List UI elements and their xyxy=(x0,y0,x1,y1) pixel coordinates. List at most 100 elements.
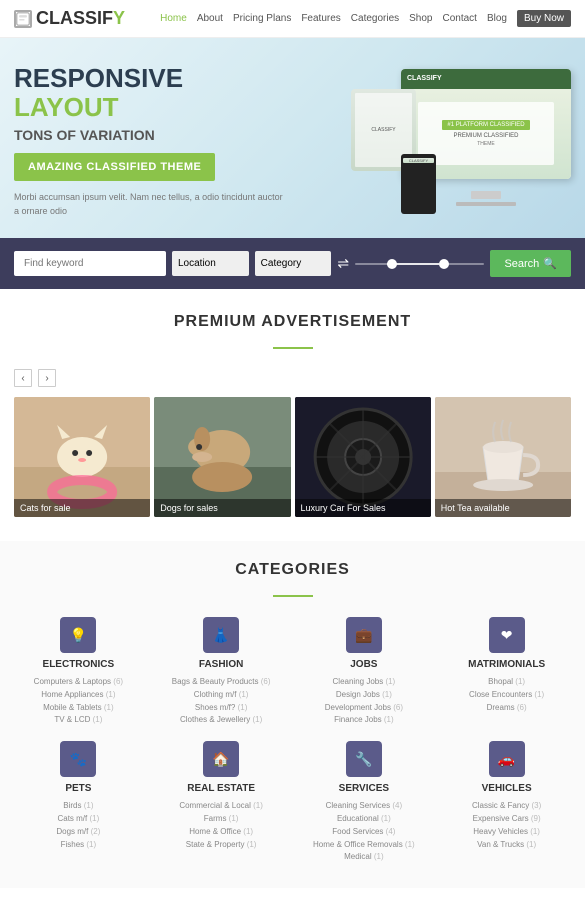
hero-description: Morbi accumsan ipsum velit. Nam nec tell… xyxy=(14,191,288,218)
category-select[interactable]: Category xyxy=(255,251,332,276)
cat-subitem[interactable]: TV & LCD (1) xyxy=(14,714,143,727)
nav-blog[interactable]: Blog xyxy=(487,13,507,24)
cat-name: ELECTRONICS xyxy=(14,659,143,670)
category-item-services[interactable]: 🔧 SERVICES Cleaning Services (4)Educatio… xyxy=(300,741,429,864)
category-item-electronics[interactable]: 💡 ELECTRONICS Computers & Laptops (6)Hom… xyxy=(14,617,143,727)
hero-cta-button[interactable]: AMAZING CLASSIFIED THEME xyxy=(14,153,215,181)
cat-subitem[interactable]: Cleaning Services (4) xyxy=(300,800,429,813)
hero-title-layout: LAYOUT xyxy=(14,92,119,122)
keyword-input[interactable] xyxy=(14,251,166,276)
carousel-prev-button[interactable]: ‹ xyxy=(14,369,32,387)
range-fill xyxy=(387,263,439,265)
cat-subitem[interactable]: Home & Office Removals (1) xyxy=(300,839,429,852)
logo-text: CLASSIFY xyxy=(36,8,125,29)
main-nav: Home About Pricing Plans Features Catego… xyxy=(160,10,571,27)
cat-subitem[interactable]: Finance Jobs (1) xyxy=(300,714,429,727)
cat-name: FASHION xyxy=(157,659,286,670)
range-thumb-right[interactable] xyxy=(439,259,449,269)
cat-subitem[interactable]: Mobile & Tablets (1) xyxy=(14,702,143,715)
ad-label-tea: Hot Tea available xyxy=(435,499,571,517)
ad-label-car: Luxury Car For Sales xyxy=(295,499,431,517)
logo-icon xyxy=(14,10,32,28)
premium-section-title: PREMIUM ADVERTISEMENT xyxy=(14,313,571,331)
cat-subitem[interactable]: Computers & Laptops (6) xyxy=(14,676,143,689)
cat-icon-box: 🐾 xyxy=(60,741,96,777)
search-button[interactable]: Search 🔍 xyxy=(490,250,571,277)
monitor-stand xyxy=(471,191,501,199)
cat-subitem[interactable]: Bhopal (1) xyxy=(442,676,571,689)
cat-subitem[interactable]: Dogs m/f (2) xyxy=(14,826,143,839)
cat-subitem[interactable]: Clothes & Jewellery (1) xyxy=(157,714,286,727)
nav-shop[interactable]: Shop xyxy=(409,13,432,24)
ad-card-car[interactable]: Luxury Car For Sales xyxy=(295,397,431,517)
cat-icon-box: 🚗 xyxy=(489,741,525,777)
hero-image: CLASSIFY #1 PLATFORM CLASSIFIED PREMIUM … xyxy=(298,69,572,214)
nav-categories[interactable]: Categories xyxy=(351,13,399,24)
cat-subitem[interactable]: Close Encounters (1) xyxy=(442,689,571,702)
cat-name: REAL ESTATE xyxy=(157,783,286,794)
phone-mockup: CLASSIFY xyxy=(401,154,436,214)
cat-subitem[interactable]: Birds (1) xyxy=(14,800,143,813)
ad-label-dogs: Dogs for sales xyxy=(154,499,290,517)
location-select[interactable]: Location xyxy=(172,251,249,276)
search-magnifier-icon: 🔍 xyxy=(543,257,557,270)
nav-features[interactable]: Features xyxy=(301,13,340,24)
nav-about[interactable]: About xyxy=(197,13,223,24)
ad-label-cats: Cats for sale xyxy=(14,499,150,517)
hero-content: RESPONSIVE LAYOUT TONS OF VARIATION AMAZ… xyxy=(14,64,298,219)
category-item-fashion[interactable]: 👗 FASHION Bags & Beauty Products (6)Clot… xyxy=(157,617,286,727)
cat-subitem[interactable]: Cleaning Jobs (1) xyxy=(300,676,429,689)
cat-subitem[interactable]: Dreams (6) xyxy=(442,702,571,715)
search-bar: Location Category ⇌ Search 🔍 xyxy=(0,238,585,289)
cat-icon-box: ❤ xyxy=(489,617,525,653)
cat-name: SERVICES xyxy=(300,783,429,794)
premium-advertisement-section: PREMIUM ADVERTISEMENT ‹ › Cats for sale xyxy=(0,289,585,541)
section-divider xyxy=(273,347,313,349)
hero-section: RESPONSIVE LAYOUT TONS OF VARIATION AMAZ… xyxy=(0,38,585,238)
filter-icon: ⇌ xyxy=(337,255,349,272)
cat-icon: ❤ xyxy=(501,627,513,644)
cat-subitem[interactable]: Commercial & Local (1) xyxy=(157,800,286,813)
cat-name: PETS xyxy=(14,783,143,794)
nav-contact[interactable]: Contact xyxy=(443,13,477,24)
cat-subitem[interactable]: Food Services (4) xyxy=(300,826,429,839)
nav-home[interactable]: Home xyxy=(160,13,187,24)
cat-subitem[interactable]: Fishes (1) xyxy=(14,839,143,852)
category-item-jobs[interactable]: 💼 JOBS Cleaning Jobs (1)Design Jobs (1)D… xyxy=(300,617,429,727)
header: CLASSIFY Home About Pricing Plans Featur… xyxy=(0,0,585,38)
category-item-real estate[interactable]: 🏠 REAL ESTATE Commercial & Local (1)Farm… xyxy=(157,741,286,864)
cat-subitem[interactable]: Shoes m/f? (1) xyxy=(157,702,286,715)
ad-card-dogs[interactable]: Dogs for sales xyxy=(154,397,290,517)
cat-subitem[interactable]: Farms (1) xyxy=(157,813,286,826)
cat-subitem[interactable]: Educational (1) xyxy=(300,813,429,826)
cat-subitem[interactable]: Medical (1) xyxy=(300,851,429,864)
carousel-next-button[interactable]: › xyxy=(38,369,56,387)
monitor-base xyxy=(456,202,516,206)
nav-pricing[interactable]: Pricing Plans xyxy=(233,13,291,24)
cat-subitem[interactable]: State & Property (1) xyxy=(157,839,286,852)
cat-icon-box: 💡 xyxy=(60,617,96,653)
ad-card-tea[interactable]: Hot Tea available xyxy=(435,397,571,517)
hero-subtitle: TONS OF VARIATION xyxy=(14,127,288,143)
cat-subitem[interactable]: Classic & Fancy (3) xyxy=(442,800,571,813)
cat-subitem[interactable]: Bags & Beauty Products (6) xyxy=(157,676,286,689)
cat-subitem[interactable]: Expensive Cars (9) xyxy=(442,813,571,826)
cat-subitem[interactable]: Heavy Vehicles (1) xyxy=(442,826,571,839)
cat-icon: 💼 xyxy=(355,627,372,644)
ad-card-cats[interactable]: Cats for sale xyxy=(14,397,150,517)
category-item-pets[interactable]: 🐾 PETS Birds (1)Cats m/f (1)Dogs m/f (2)… xyxy=(14,741,143,864)
price-range-slider[interactable] xyxy=(355,263,484,265)
category-item-vehicles[interactable]: 🚗 VEHICLES Classic & Fancy (3)Expensive … xyxy=(442,741,571,864)
cat-subitem[interactable]: Home & Office (1) xyxy=(157,826,286,839)
cat-subitem[interactable]: Design Jobs (1) xyxy=(300,689,429,702)
cat-subitem[interactable]: Development Jobs (6) xyxy=(300,702,429,715)
cat-name: JOBS xyxy=(300,659,429,670)
cat-subitem[interactable]: Clothing m/f (1) xyxy=(157,689,286,702)
cat-icon: 👗 xyxy=(212,627,229,644)
category-item-matrimonials[interactable]: ❤ MATRIMONIALS Bhopal (1)Close Encounter… xyxy=(442,617,571,727)
nav-buy-now[interactable]: Buy Now xyxy=(517,10,571,27)
cat-subitem[interactable]: Home Appliances (1) xyxy=(14,689,143,702)
cat-icon-box: 👗 xyxy=(203,617,239,653)
cat-subitem[interactable]: Cats m/f (1) xyxy=(14,813,143,826)
cat-subitem[interactable]: Van & Trucks (1) xyxy=(442,839,571,852)
